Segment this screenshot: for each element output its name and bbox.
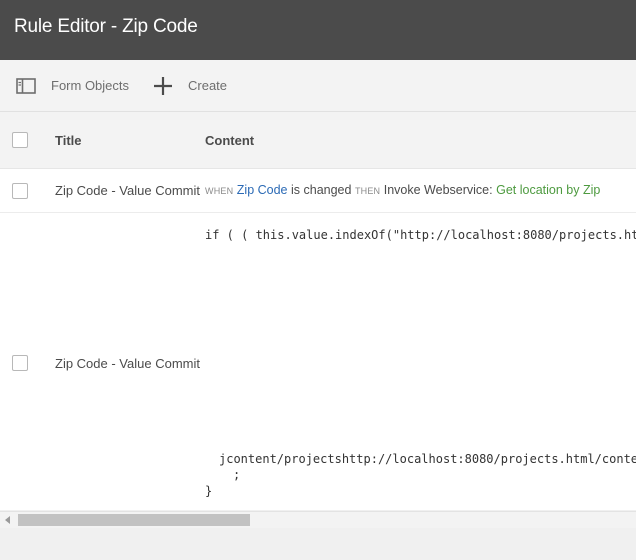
rule-summary: WHEN Zip Code is changed THEN Invoke Web… <box>205 183 600 197</box>
form-objects-button[interactable]: Form Objects <box>15 60 129 111</box>
table-row[interactable]: Zip Code - Value Commit WHEN Zip Code is… <box>0 169 636 213</box>
zip-code-object-link[interactable]: Zip Code <box>237 183 288 197</box>
code-line: } <box>205 484 213 498</box>
rule-title: Zip Code - Value Commit <box>55 356 200 371</box>
form-objects-label: Form Objects <box>51 78 130 93</box>
code-line: ; <box>233 468 241 482</box>
page-title: Rule Editor - Zip Code <box>14 16 198 37</box>
select-all-checkbox[interactable] <box>12 132 28 148</box>
webservice-link[interactable]: Get location by Zip <box>496 183 600 197</box>
table-row[interactable]: Zip Code - Value Commit if ( ( this.valu… <box>0 213 636 510</box>
title-bar: Rule Editor - Zip Code <box>0 0 636 60</box>
when-keyword: WHEN <box>205 186 234 196</box>
column-header-title[interactable]: Title <box>55 133 82 148</box>
column-header-content[interactable]: Content <box>205 133 254 148</box>
code-line: if ( ( this.value.indexOf("http://localh… <box>205 228 636 242</box>
scroll-left-arrow-icon[interactable] <box>5 516 10 524</box>
scrollbar-thumb[interactable] <box>18 514 250 526</box>
create-button[interactable]: Create <box>152 60 227 111</box>
code-line: jcontent/projectshttp://localhost:8080/p… <box>219 452 636 466</box>
row-checkbox[interactable] <box>12 183 28 199</box>
plus-icon <box>152 76 174 96</box>
row-checkbox[interactable] <box>12 355 28 371</box>
toolbar: Form Objects Create <box>0 60 636 112</box>
rule-title: Zip Code - Value Commit <box>55 183 200 198</box>
create-label: Create <box>188 78 228 93</box>
horizontal-scrollbar[interactable] <box>0 511 636 528</box>
rule-action: Invoke Webservice: <box>383 183 493 197</box>
then-keyword: THEN <box>354 186 381 196</box>
sidebar-panel-icon <box>15 77 37 94</box>
table-header: Title Content <box>0 112 636 169</box>
rules-table: Title Content Zip Code - Value Commit WH… <box>0 112 636 510</box>
rule-event: is changed <box>291 183 352 197</box>
